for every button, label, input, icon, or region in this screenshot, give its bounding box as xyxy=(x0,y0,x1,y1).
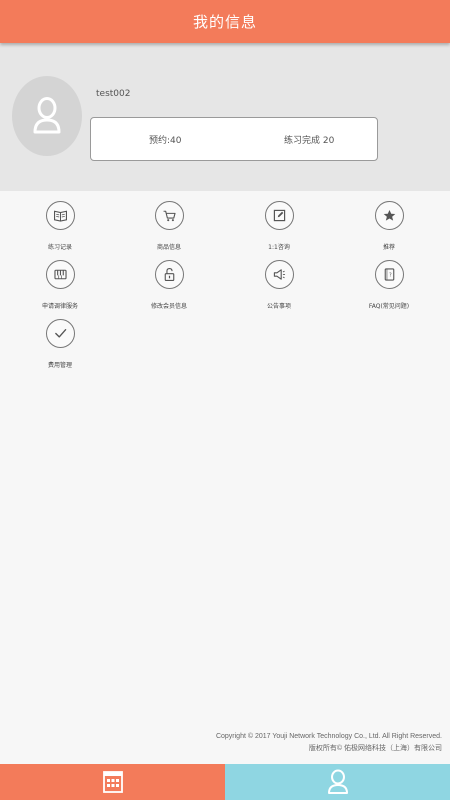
user-avatar-icon xyxy=(33,97,61,134)
menu-item-consult[interactable]: 1:1咨询 xyxy=(223,201,335,257)
menu-item-label: 练习记录 xyxy=(47,244,72,251)
star-icon xyxy=(383,209,395,221)
tab-schedule[interactable] xyxy=(0,764,225,800)
bottom-tab-bar xyxy=(0,764,450,800)
edit-icon xyxy=(273,209,285,222)
menu-item-fee-management[interactable]: 费用管理 xyxy=(4,319,116,375)
menu-item-tuning-service[interactable]: 申请调律服务 xyxy=(4,260,116,316)
lock-icon xyxy=(164,267,174,282)
avatar[interactable] xyxy=(12,76,82,156)
completed-count: 练习完成 20 xyxy=(284,136,335,146)
calendar-icon xyxy=(102,771,123,793)
menu-item-label: 公告事项 xyxy=(266,303,291,310)
profile-panel: test002 预约:40 练习完成 20 xyxy=(0,43,450,191)
check-icon xyxy=(54,328,66,338)
menu-item-practice-record[interactable]: 练习记录 xyxy=(4,201,116,257)
stats-box: 预约:40 练习完成 20 xyxy=(90,117,378,161)
tab-my-info[interactable] xyxy=(225,764,450,800)
menu-item-label: 修改会员信息 xyxy=(150,303,187,310)
menu-item-recommend[interactable]: 推荐 xyxy=(333,201,445,257)
menu-item-label: 商品信息 xyxy=(156,244,181,251)
username: test002 xyxy=(96,89,131,99)
menu-item-edit-member[interactable]: 修改会员信息 xyxy=(113,260,225,316)
piano-icon xyxy=(53,269,67,280)
menu-item-label: FAQ(常见问题) xyxy=(368,303,410,310)
megaphone-icon xyxy=(273,269,285,280)
copyright-chinese: 版权所有© 佑极网络科技（上海）有限公司 xyxy=(308,745,442,752)
menu-item-label: 1:1咨询 xyxy=(268,244,290,251)
copyright-footer: Copyright © 2017 Youji Network Technolog… xyxy=(216,731,442,755)
menu-item-products[interactable]: 商品信息 xyxy=(113,201,225,257)
menu-item-faq[interactable]: ? FAQ(常见问题) xyxy=(333,260,445,316)
book-icon xyxy=(53,210,67,222)
cart-icon xyxy=(163,210,176,222)
svg-text:?: ? xyxy=(388,273,391,279)
menu-item-label: 费用管理 xyxy=(47,362,72,369)
reservations-count: 预约:40 xyxy=(149,136,182,146)
menu-item-label: 申请调律服务 xyxy=(41,303,78,310)
page-title: 我的信息 xyxy=(192,13,257,31)
user-icon xyxy=(327,769,348,794)
menu-item-notices[interactable]: 公告事项 xyxy=(223,260,335,316)
copyright-english: Copyright © 2017 Youji Network Technolog… xyxy=(215,733,442,740)
app-header: 我的信息 xyxy=(0,0,450,43)
menu-item-label: 推荐 xyxy=(382,244,395,251)
faq-icon: ? xyxy=(384,268,394,281)
